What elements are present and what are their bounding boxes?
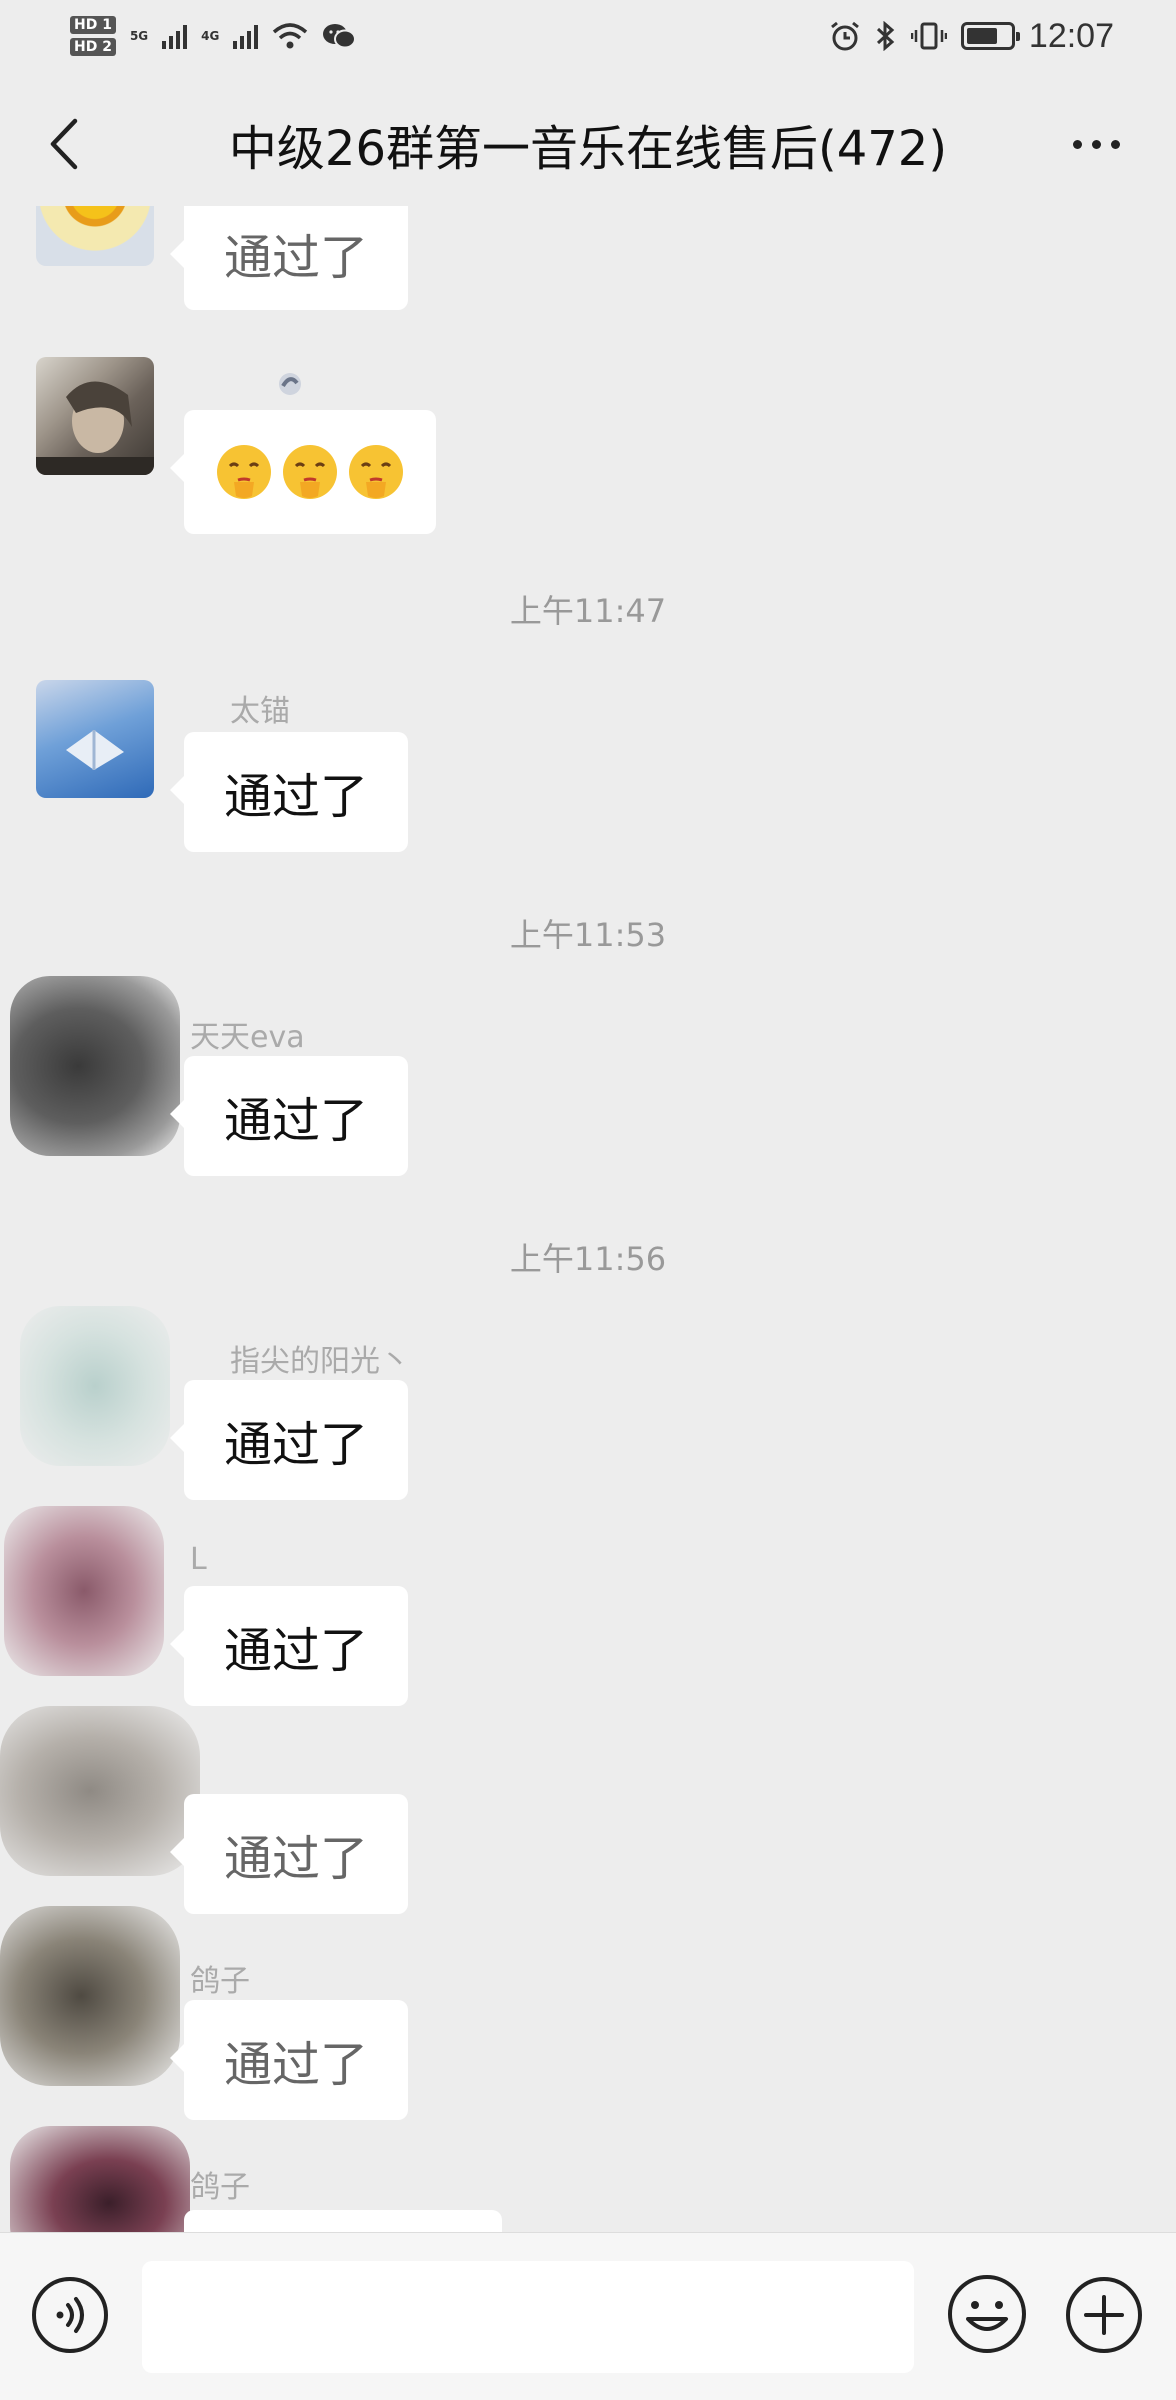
emoji-message-bubble[interactable] [170,410,436,534]
battery-icon [960,22,1020,50]
avatar[interactable] [20,1306,170,1466]
title-bar: 中级26群第一音乐在线售后(472) [0,82,1176,206]
message-bubble[interactable]: 通过了 [169,1586,409,1706]
chat-title: 中级26群第一音乐在线售后(472) [228,121,948,177]
sender-name: L [190,1542,207,1577]
network-type-1: 5G [129,29,149,43]
status-left: HD 1 HD 2 5G 4G [70,16,357,56]
shushing-face-icon [283,445,337,499]
plus-icon [1066,2277,1142,2353]
timestamp: 上午11:53 [509,916,667,954]
timestamp: 上午11:47 [509,592,667,630]
sender-name: 指尖的阳光丶 [230,1344,410,1379]
vibrate-icon [910,22,947,50]
sender-name: 太锚 [230,694,290,729]
hd1-badge: HD 1 [70,16,116,34]
clock: 12:07 [1028,16,1114,55]
wifi-icon [273,23,308,49]
avatar[interactable] [10,2126,190,2232]
sender-badge-icon [279,373,301,395]
avatar[interactable] [36,357,154,475]
back-arrow-icon [50,118,78,170]
avatar-photo-icon [66,730,124,770]
message-bubble[interactable]: 通过了 [169,1794,409,1914]
message-bubble[interactable]: 通过了 [169,732,409,852]
bluetooth-icon [876,21,895,51]
avatar[interactable] [4,1506,164,1676]
dot-icon [1091,139,1101,149]
input-bar [0,2232,1176,2400]
sender-name: 鸽子 [190,2170,250,2205]
shushing-face-icon [217,445,271,499]
hd-indicators: HD 1 HD 2 [70,16,116,56]
sender-name: 天天eva [190,1020,305,1055]
more-functions-button[interactable] [1064,2275,1144,2355]
shushing-face-icon [349,445,403,499]
sender-name: 鸽子 [190,1964,250,1999]
message-bubble[interactable]: 通过了 [169,206,409,310]
status-right: 12:07 [829,17,1114,56]
avatar[interactable] [0,1906,180,2086]
message-bubble[interactable] [184,2210,502,2232]
back-button[interactable] [34,114,94,174]
signal-icon [162,23,188,49]
message-bubble[interactable]: 通过了 [169,1056,409,1176]
network-type-2: 4G [201,29,220,43]
message-bubble[interactable]: 通过了 [169,2000,409,2120]
chat-message-list[interactable]: 通过了 上午11:47 太锚 通过了 上午11:53 天天eva 通过了 上午1… [0,206,1176,2232]
signal-icon-2 [233,23,259,49]
avatar-photo-icon [36,381,154,475]
status-bar: HD 1 HD 2 5G 4G 12:07 [0,0,1176,72]
voice-icon [32,2277,108,2353]
dot-icon [1110,139,1120,149]
avatar[interactable] [36,680,154,798]
hd2-badge: HD 2 [70,38,116,56]
smiley-icon [948,2275,1026,2353]
timestamp: 上午11:56 [509,1240,667,1278]
more-options-button[interactable] [1056,114,1136,174]
dot-icon [1072,139,1082,149]
message-input[interactable] [142,2261,914,2373]
avatar[interactable] [10,976,180,1156]
voice-input-button[interactable] [30,2275,110,2355]
wechat-icon [323,24,357,49]
emoji-button[interactable] [946,2273,1028,2355]
message-bubble[interactable]: 通过了 [169,1380,409,1500]
avatar[interactable] [36,206,154,266]
alarm-icon [830,21,859,51]
